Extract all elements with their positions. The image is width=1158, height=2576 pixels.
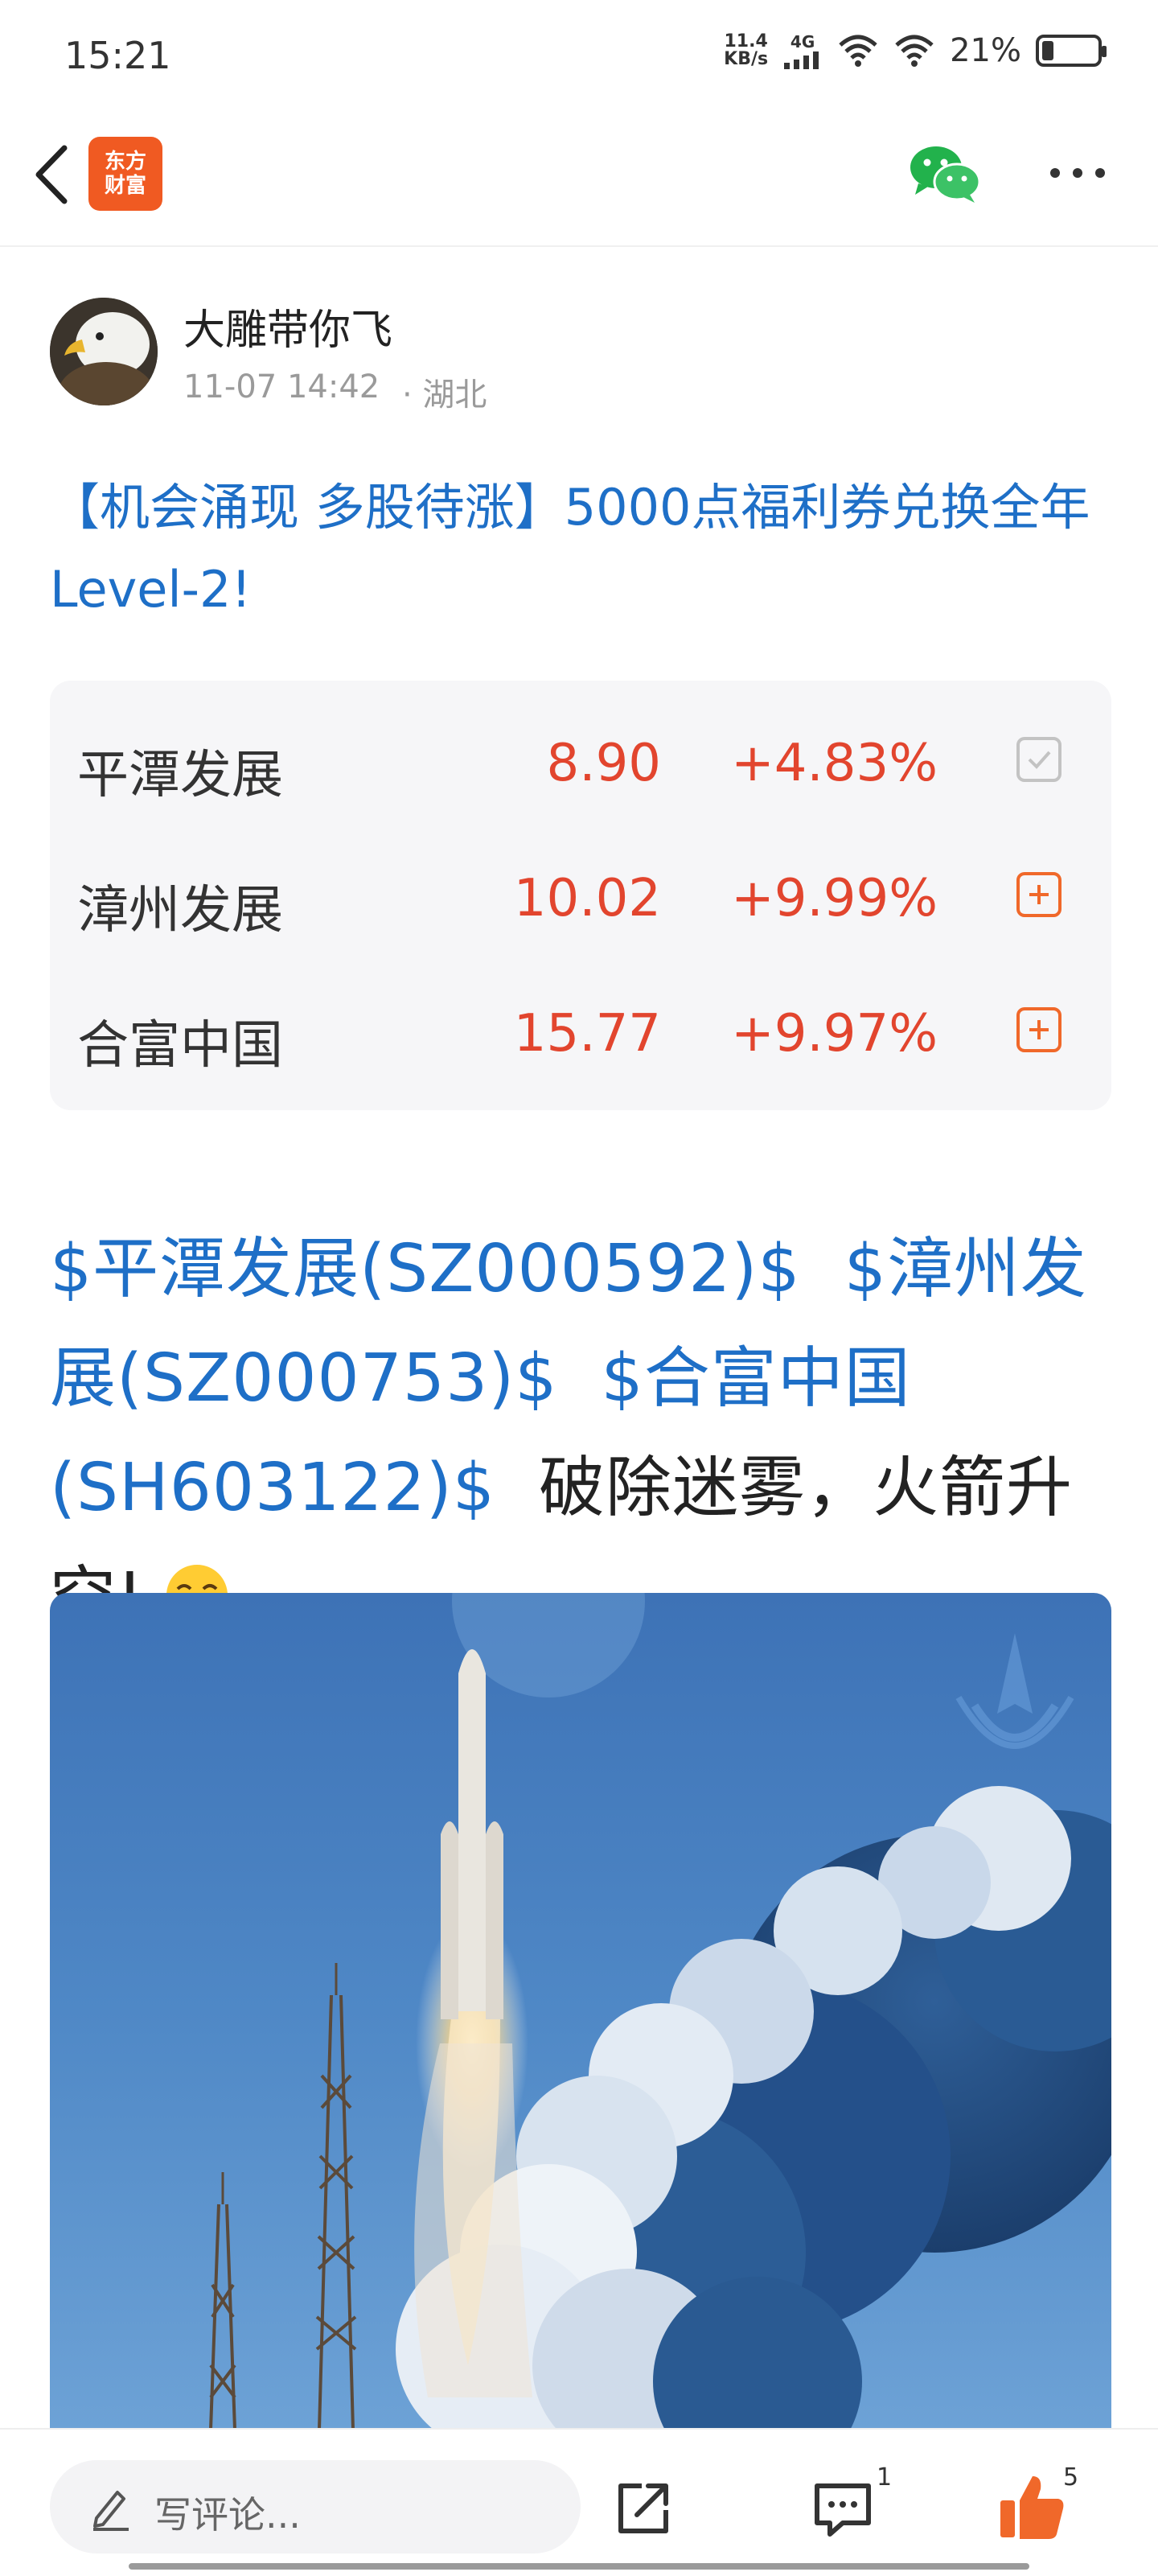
rocket-launch-image[interactable] bbox=[50, 1593, 1111, 2430]
pencil-icon bbox=[93, 2491, 129, 2531]
nav-divider bbox=[0, 245, 1158, 247]
author-name[interactable]: 大雕带你飞 bbox=[183, 296, 392, 356]
stock-name: 漳州发展 bbox=[77, 881, 283, 940]
stock-name: 平潭发展 bbox=[77, 746, 283, 805]
stock-link[interactable]: $平潭发展(SZ000592)$ bbox=[50, 1231, 801, 1307]
stock-row[interactable]: 漳州发展 10.02 +9.99% bbox=[50, 827, 1111, 962]
stock-row[interactable]: 平潭发展 8.90 +4.83% bbox=[50, 692, 1111, 827]
stock-name: 合富中国 bbox=[77, 1016, 283, 1076]
comment-icon[interactable] bbox=[811, 2478, 875, 2539]
post-title[interactable]: 【机会涌现 多股待涨】5000点福利券兑换全年Level-2! bbox=[50, 467, 1111, 631]
stock-change: +4.83% bbox=[731, 734, 938, 793]
eagle-avatar-image bbox=[50, 298, 158, 405]
wifi-icon-1 bbox=[839, 35, 877, 67]
like-count: 5 bbox=[1063, 2463, 1079, 2492]
stock-change: +9.97% bbox=[731, 1004, 938, 1064]
gesture-bar bbox=[129, 2563, 1029, 2570]
brand-logo[interactable]: 东方 财富 bbox=[88, 137, 162, 211]
stock-price: 15.77 bbox=[513, 1004, 661, 1064]
wechat-icon[interactable] bbox=[907, 143, 981, 204]
status-time: 15:21 bbox=[64, 34, 171, 77]
post-location: · 湖北 bbox=[402, 377, 487, 414]
watchlist-checked-icon[interactable] bbox=[1016, 737, 1062, 782]
chevron-left-icon[interactable] bbox=[27, 138, 76, 211]
stock-price: 8.90 bbox=[546, 734, 662, 793]
post-body: $平潭发展(SZ000592)$ $漳州发展(SZ000753)$ $合富中国(… bbox=[50, 1215, 1119, 1652]
more-horizontal-icon[interactable] bbox=[1045, 161, 1110, 185]
wifi-icon-2 bbox=[895, 35, 934, 67]
post-time: 11-07 14:42 bbox=[183, 368, 380, 405]
comment-placeholder[interactable]: 写评论... bbox=[154, 2486, 301, 2539]
stock-card: 平潭发展 8.90 +4.83% 漳州发展 10.02 +9.99% 合富中国 … bbox=[50, 681, 1111, 1110]
comment-count: 1 bbox=[877, 2463, 893, 2492]
network-speed: 11.4 KB/s bbox=[724, 31, 769, 69]
thumbs-up-icon[interactable] bbox=[997, 2471, 1066, 2541]
avatar[interactable] bbox=[50, 298, 158, 405]
cellular-signal-icon: 4G bbox=[782, 32, 823, 69]
battery-percent: 21% bbox=[950, 32, 1021, 69]
battery-icon bbox=[1036, 35, 1107, 67]
status-icons: 11.4 KB/s 4G 21% bbox=[724, 31, 1107, 69]
stock-change: +9.99% bbox=[731, 869, 938, 928]
add-watchlist-icon[interactable] bbox=[1016, 872, 1062, 917]
add-watchlist-icon[interactable] bbox=[1016, 1007, 1062, 1052]
stock-row[interactable]: 合富中国 15.77 +9.97% bbox=[50, 962, 1111, 1097]
stock-price: 10.02 bbox=[513, 869, 661, 928]
share-icon[interactable] bbox=[613, 2478, 674, 2539]
